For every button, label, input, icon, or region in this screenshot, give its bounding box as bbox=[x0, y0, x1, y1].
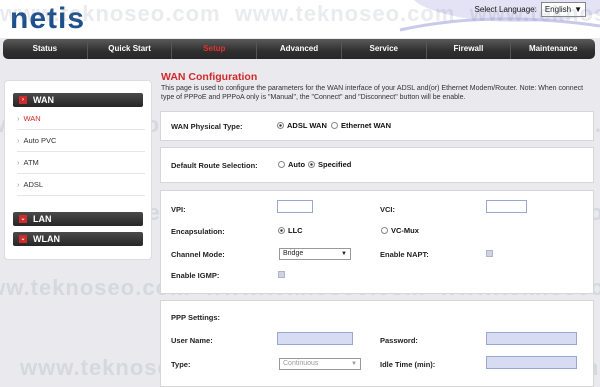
default-route-panel: Default Route Selection: Auto Specified bbox=[160, 147, 594, 183]
sidebar-item-atm[interactable]: › ATM bbox=[17, 153, 145, 174]
username-input[interactable] bbox=[277, 332, 353, 345]
enable-igmp-checkbox[interactable] bbox=[278, 271, 285, 278]
language-selector: Select Language: English ▼ bbox=[475, 2, 586, 17]
sidebar-heading-label: WLAN bbox=[33, 234, 60, 244]
sidebar-heading-wan[interactable]: › WAN bbox=[13, 93, 143, 107]
chevron-down-icon: ▼ bbox=[341, 251, 347, 257]
atm-settings-panel: VPI: VCI: Encapsulation: LLC VC-Mux Chan… bbox=[160, 190, 594, 294]
page-title: WAN Configuration bbox=[161, 71, 258, 83]
ppp-type-value: Continuous bbox=[283, 360, 319, 367]
enable-igmp-label: Enable IGMP: bbox=[171, 271, 220, 280]
nav-firewall[interactable]: Firewall bbox=[427, 39, 512, 59]
main-nav: Status Quick Start Setup Advanced Servic… bbox=[3, 39, 595, 59]
channel-mode-value: Bridge bbox=[283, 250, 304, 257]
channel-mode-select[interactable]: Bridge ▼ bbox=[279, 248, 351, 260]
nav-service[interactable]: Service bbox=[342, 39, 427, 59]
radio-ethernet-wan[interactable]: Ethernet WAN bbox=[331, 121, 391, 130]
radio-label: LLC bbox=[288, 226, 303, 235]
sidebar-item-adsl[interactable]: › ADSL bbox=[17, 175, 145, 196]
netis-logo: netis bbox=[10, 2, 86, 35]
enable-napt-checkbox[interactable] bbox=[486, 250, 493, 257]
chevron-right-icon: › bbox=[19, 96, 27, 104]
enable-napt-label: Enable NAPT: bbox=[380, 250, 429, 259]
encapsulation-label: Encapsulation: bbox=[171, 227, 225, 236]
radio-unselected-icon bbox=[278, 161, 285, 168]
arrow-right-icon: › bbox=[17, 114, 20, 123]
radio-label: Specified bbox=[318, 160, 352, 169]
password-label: Password: bbox=[380, 336, 418, 345]
arrow-right-icon: › bbox=[17, 136, 20, 145]
arrow-right-icon: › bbox=[17, 158, 20, 167]
sidebar-item-label: ADSL bbox=[23, 180, 44, 189]
radio-label: ADSL WAN bbox=[287, 121, 327, 130]
nav-setup[interactable]: Setup bbox=[172, 39, 258, 59]
nav-quick-start[interactable]: Quick Start bbox=[88, 39, 173, 59]
radio-label: VC-Mux bbox=[391, 226, 419, 235]
type-label: Type: bbox=[171, 360, 191, 369]
sidebar-heading-label: LAN bbox=[33, 214, 52, 224]
radio-selected-icon bbox=[278, 227, 285, 234]
language-value: English bbox=[544, 5, 572, 14]
language-label: Select Language: bbox=[474, 5, 537, 14]
radio-selected-icon bbox=[308, 161, 315, 168]
radio-route-auto[interactable]: Auto bbox=[278, 160, 305, 169]
vci-input[interactable] bbox=[486, 200, 527, 213]
sidebar: › WAN › WAN › Auto PVC › ATM › ADSL ⌄ LAN ⌄ … bbox=[4, 80, 152, 260]
chevron-down-icon: ▼ bbox=[574, 5, 582, 14]
radio-unselected-icon bbox=[331, 122, 338, 129]
vpi-input[interactable] bbox=[277, 200, 313, 213]
vpi-label: VPI: bbox=[171, 205, 186, 214]
language-select[interactable]: English ▼ bbox=[540, 2, 586, 17]
radio-adsl-wan[interactable]: ADSL WAN bbox=[277, 121, 327, 130]
nav-status[interactable]: Status bbox=[3, 39, 88, 59]
nav-advanced[interactable]: Advanced bbox=[257, 39, 342, 59]
sidebar-item-label: ATM bbox=[23, 158, 39, 167]
chevron-down-icon: ▼ bbox=[351, 361, 357, 367]
username-label: User Name: bbox=[171, 336, 213, 345]
radio-selected-icon bbox=[277, 122, 284, 129]
page-description: This page is used to configure the param… bbox=[161, 85, 584, 101]
sidebar-item-auto-pvc[interactable]: › Auto PVC bbox=[17, 131, 145, 152]
physical-type-label: WAN Physical Type: bbox=[171, 122, 243, 131]
vci-label: VCI: bbox=[380, 205, 395, 214]
ppp-type-select[interactable]: Continuous ▼ bbox=[279, 358, 361, 370]
header: netis Select Language: English ▼ bbox=[0, 0, 600, 38]
sidebar-item-label: WAN bbox=[23, 114, 41, 123]
idle-time-input[interactable] bbox=[486, 356, 577, 369]
ppp-settings-heading: PPP Settings: bbox=[171, 313, 221, 322]
sidebar-item-label: Auto PVC bbox=[23, 136, 57, 145]
radio-unselected-icon bbox=[381, 227, 388, 234]
chevron-down-icon: ⌄ bbox=[19, 215, 27, 223]
sidebar-item-wan[interactable]: › WAN bbox=[17, 109, 145, 130]
radio-label: Auto bbox=[288, 160, 306, 169]
sidebar-heading-label: WAN bbox=[33, 95, 54, 105]
radio-encap-vcmux[interactable]: VC-Mux bbox=[381, 226, 419, 235]
default-route-label: Default Route Selection: bbox=[171, 161, 258, 170]
channel-mode-label: Channel Mode: bbox=[171, 250, 225, 259]
sidebar-heading-wlan[interactable]: ⌄ WLAN bbox=[13, 232, 143, 246]
radio-route-specified[interactable]: Specified bbox=[308, 160, 351, 169]
radio-encap-llc[interactable]: LLC bbox=[278, 226, 303, 235]
nav-maintenance[interactable]: Maintenance bbox=[511, 39, 595, 59]
radio-label: Ethernet WAN bbox=[341, 121, 392, 130]
physical-type-panel: WAN Physical Type: ADSL WAN Ethernet WAN bbox=[160, 111, 594, 141]
idle-time-label: Idle Time (min): bbox=[380, 360, 436, 369]
password-input[interactable] bbox=[486, 332, 577, 345]
ppp-settings-panel: PPP Settings: User Name: Password: Type:… bbox=[160, 300, 594, 387]
chevron-down-icon: ⌄ bbox=[19, 235, 27, 243]
arrow-right-icon: › bbox=[17, 180, 20, 189]
sidebar-heading-lan[interactable]: ⌄ LAN bbox=[13, 212, 143, 226]
